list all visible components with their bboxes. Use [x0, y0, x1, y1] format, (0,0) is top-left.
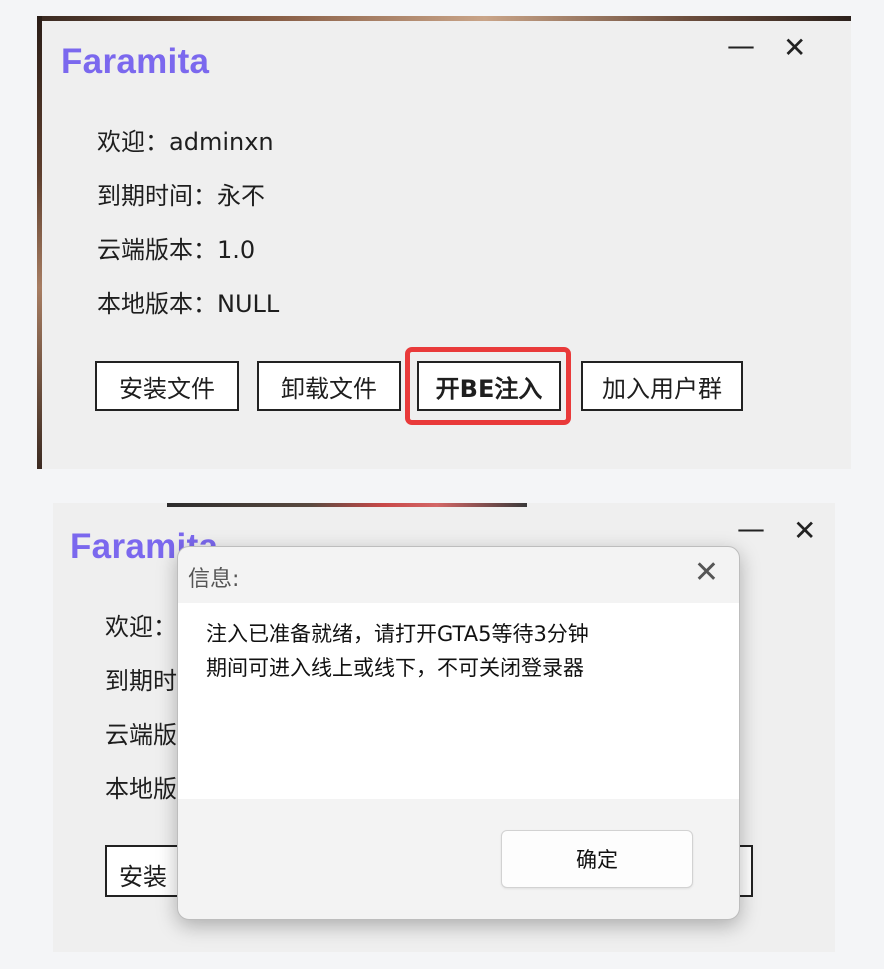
background-text-strip: [167, 503, 527, 507]
dialog-message-line-1: 注入已准备就绪，请打开GTA5等待3分钟: [206, 622, 589, 646]
cloud-version-text: 云端版本：1.0: [97, 236, 256, 264]
dialog-title: 信息:: [188, 567, 240, 592]
join-user-group-button[interactable]: 加入用户群: [581, 361, 743, 411]
dialog-header: 信息: ✕: [178, 547, 739, 603]
app-window-top: Faramita — ✕ 欢迎：adminxn 到期时间：永不 云端版本：1.0…: [37, 16, 851, 469]
expire-text: 到期时间：永不: [97, 182, 265, 210]
expire-text: 到期时: [105, 667, 177, 695]
uninstall-files-button[interactable]: 卸载文件: [257, 361, 401, 411]
close-icon[interactable]: ✕: [694, 555, 719, 590]
install-files-button[interactable]: 安装文件: [95, 361, 239, 411]
info-dialog: 信息: ✕ 注入已准备就绪，请打开GTA5等待3分钟 期间可进入线上或线下，不可…: [177, 546, 740, 920]
dialog-message: 注入已准备就绪，请打开GTA5等待3分钟 期间可进入线上或线下，不可关闭登录器: [206, 617, 589, 685]
be-inject-button[interactable]: 开BE注入: [417, 361, 561, 411]
background-photo-strip-left: [37, 16, 42, 469]
dialog-message-line-2: 期间可进入线上或线下，不可关闭登录器: [206, 656, 584, 680]
welcome-text: 欢迎：adminxn: [97, 128, 274, 156]
local-version-text: 本地版: [105, 775, 177, 803]
close-icon[interactable]: ✕: [783, 34, 806, 62]
app-title: Faramita: [61, 42, 210, 81]
close-icon[interactable]: ✕: [793, 517, 816, 545]
minimize-icon[interactable]: —: [727, 32, 755, 60]
cloud-version-text: 云端版: [105, 721, 177, 749]
background-photo-strip: [37, 16, 851, 21]
local-version-text: 本地版本：NULL: [97, 290, 280, 318]
minimize-icon[interactable]: —: [737, 515, 765, 543]
ok-button[interactable]: 确定: [501, 830, 693, 888]
welcome-text: 欢迎：: [105, 613, 177, 641]
